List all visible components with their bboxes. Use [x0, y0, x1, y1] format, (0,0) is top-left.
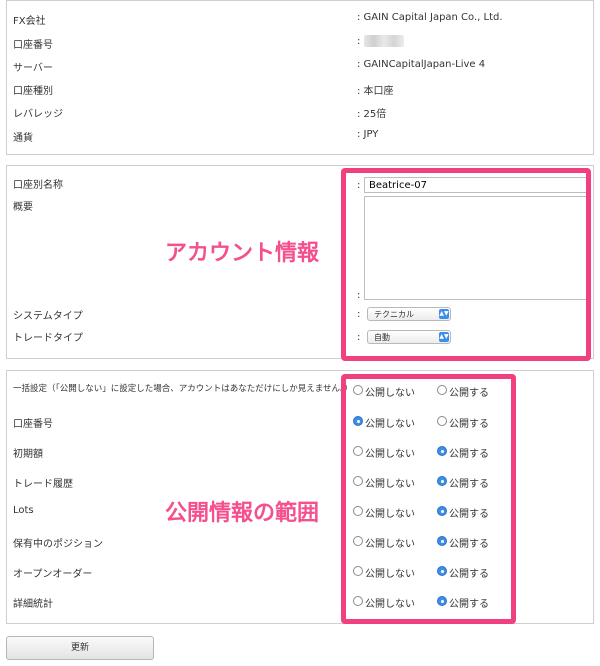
- currency-label: 通貨: [13, 133, 33, 144]
- account-type-label: 口座種別: [13, 86, 53, 97]
- visibility-detailed-stats-label: 詳細統計: [13, 599, 53, 610]
- account-summary-panel: FX会社 : GAIN Capital Japan Co., Ltd. 口座番号…: [6, 0, 594, 155]
- redacted-account-number: [363, 35, 404, 47]
- visibility-open-positions-label: 保有中のポジション: [13, 539, 103, 550]
- server-label: サーバー: [13, 63, 53, 74]
- account-info-highlight: [341, 168, 591, 361]
- trade-type-label: トレードタイプ: [13, 333, 83, 344]
- visibility-open-orders-label: オープンオーダー: [13, 569, 93, 580]
- leverage-label: レバレッジ: [13, 109, 63, 120]
- overview-label: 概要: [13, 202, 33, 213]
- visibility-lots-label: Lots: [13, 505, 34, 516]
- leverage-value: : 25倍: [357, 109, 387, 120]
- fx-company-value: : GAIN Capital Japan Co., Ltd.: [357, 12, 503, 23]
- account-number-value: :: [357, 35, 404, 47]
- bulk-setting-label: 一括設定（「公開しない」に設定した場合、アカウントはあなただけにしか見えません。…: [13, 384, 353, 394]
- visibility-annotation: 公開情報の範囲: [165, 501, 320, 526]
- visibility-account-number-label: 口座番号: [13, 419, 53, 430]
- account-name-label: 口座別名称: [13, 180, 63, 191]
- currency-value: : JPY: [357, 129, 379, 140]
- update-button[interactable]: 更新: [6, 636, 154, 660]
- visibility-trade-history-label: トレード履歴: [13, 479, 73, 490]
- visibility-initial-amount-label: 初期額: [13, 449, 43, 460]
- account-info-annotation: アカウント情報: [165, 241, 320, 266]
- system-type-label: システムタイプ: [13, 311, 83, 322]
- visibility-highlight: [341, 374, 516, 624]
- fx-company-label: FX会社: [13, 16, 46, 27]
- account-type-value: : 本口座: [357, 86, 394, 97]
- account-number-label: 口座番号: [13, 40, 53, 51]
- server-value: : GAINCapitalJapan-Live 4: [357, 59, 486, 70]
